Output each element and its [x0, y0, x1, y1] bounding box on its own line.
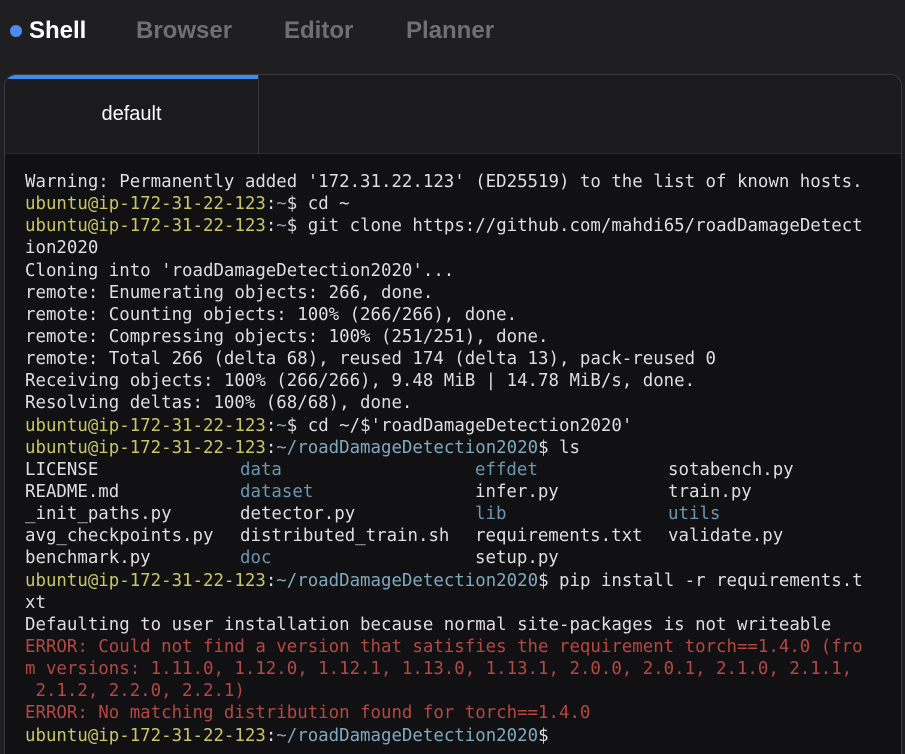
ls-entry: validate.py [668, 526, 784, 547]
prompt-user: ubuntu@ip-172-31-22-123 [25, 437, 266, 458]
ls-entry: benchmark.py [25, 548, 151, 569]
command-text: pip install -r requirements.t [548, 570, 863, 591]
ls-entry: README.md [25, 481, 120, 502]
terminal-line: remote: Total 266 (delta 68), reused 174… [25, 349, 717, 370]
ls-entry-dir: data [240, 459, 282, 480]
nav-tab-browser[interactable]: Browser [136, 14, 232, 48]
terminal-tab-default[interactable]: default [5, 75, 259, 153]
nav-tab-editor[interactable]: Editor [284, 14, 353, 48]
prompt-line: ubuntu@ip-172-31-22-123:~/roadDamageDete… [25, 725, 549, 746]
terminal-line: remote: Enumerating objects: 266, done. [25, 282, 434, 303]
command-text: cd ~/$'roadDamageDetection2020' [297, 415, 633, 436]
prompt-line: ubuntu@ip-172-31-22-123:~/roadDamageDete… [25, 437, 580, 458]
terminal-line: remote: Compressing objects: 100% (251/2… [25, 326, 549, 347]
ls-entry: distributed_train.sh [240, 526, 450, 547]
ls-row: _init_paths.py detector.py lib utils [25, 503, 895, 525]
prompt-path: ~/roadDamageDetection2020 [276, 725, 539, 746]
top-nav: Shell Browser Editor Planner [0, 0, 905, 62]
prompt-path: ~/roadDamageDetection2020 [276, 570, 539, 591]
command-text: ls [548, 437, 580, 458]
terminal-line: remote: Counting objects: 100% (266/266)… [25, 304, 518, 325]
ls-entry-dir: dataset [240, 481, 314, 502]
active-dot-icon [10, 25, 22, 37]
ls-entry: infer.py [475, 481, 559, 502]
prompt-line: ubuntu@ip-172-31-22-123:~$ git clone htt… [25, 216, 863, 237]
terminal-tab-label: default [101, 103, 162, 125]
prompt-user: ubuntu@ip-172-31-22-123 [25, 216, 266, 237]
ls-row: benchmark.py doc setup.py [25, 547, 895, 569]
ls-entry: requirements.txt [475, 526, 643, 547]
terminal-line: Cloning into 'roadDamageDetection2020'..… [25, 260, 455, 281]
error-line: m versions: 1.11.0, 1.12.0, 1.12.1, 1.13… [25, 659, 853, 680]
ls-entry: detector.py [240, 504, 356, 525]
prompt-line: ubuntu@ip-172-31-22-123:~$ cd ~/$'roadDa… [25, 415, 633, 436]
command-text: cd ~ [297, 194, 350, 215]
error-line: 2.1.2, 2.2.0, 2.2.1) [25, 681, 245, 702]
ls-entry-dir: doc [240, 548, 272, 569]
terminal-line: Receiving objects: 100% (266/266), 9.48 … [25, 371, 696, 392]
ls-row: README.md dataset infer.py train.py [25, 481, 895, 503]
terminal-line: ion2020 [25, 238, 99, 259]
ls-entry: LICENSE [25, 459, 99, 480]
ls-entry-dir: lib [475, 504, 507, 525]
ls-entry-dir: effdet [475, 459, 538, 480]
terminal-line: xt [25, 592, 46, 613]
terminal-output[interactable]: Warning: Permanently added '172.31.22.12… [25, 171, 895, 747]
prompt-path: ~/roadDamageDetection2020 [276, 437, 539, 458]
prompt-path: ~ [276, 194, 287, 215]
ls-row: LICENSE data effdet sotabench.py [25, 459, 895, 481]
terminal-line: Resolving deltas: 100% (68/68), done. [25, 393, 413, 414]
nav-tab-planner[interactable]: Planner [406, 14, 494, 48]
active-tab-indicator [5, 75, 258, 79]
prompt-user: ubuntu@ip-172-31-22-123 [25, 725, 266, 746]
prompt-path: ~ [276, 415, 287, 436]
ls-row: avg_checkpoints.py distributed_train.sh … [25, 525, 895, 547]
prompt-path: ~ [276, 216, 287, 237]
ls-entry: avg_checkpoints.py [25, 526, 214, 547]
nav-tab-shell[interactable]: Shell [29, 14, 86, 48]
ls-entry: _init_paths.py [25, 504, 172, 525]
ls-entry-dir: utils [668, 504, 721, 525]
command-text: git clone https://github.com/mahdi65/roa… [297, 216, 863, 237]
ls-entry: setup.py [475, 548, 559, 569]
terminal-line: Warning: Permanently added '172.31.22.12… [25, 172, 863, 192]
prompt-line: ubuntu@ip-172-31-22-123:~/roadDamageDete… [25, 570, 863, 591]
terminal-panel: default Warning: Permanently added '172.… [4, 74, 902, 754]
error-line: ERROR: Could not find a version that sat… [25, 636, 863, 657]
terminal-tab-bar: default [5, 75, 901, 154]
prompt-user: ubuntu@ip-172-31-22-123 [25, 415, 266, 436]
error-line: ERROR: No matching distribution found fo… [25, 703, 591, 724]
terminal-line: Defaulting to user installation because … [25, 614, 832, 635]
ls-entry: train.py [668, 481, 752, 502]
prompt-user: ubuntu@ip-172-31-22-123 [25, 194, 266, 215]
ls-entry: sotabench.py [668, 459, 794, 480]
prompt-line: ubuntu@ip-172-31-22-123:~$ cd ~ [25, 194, 350, 215]
